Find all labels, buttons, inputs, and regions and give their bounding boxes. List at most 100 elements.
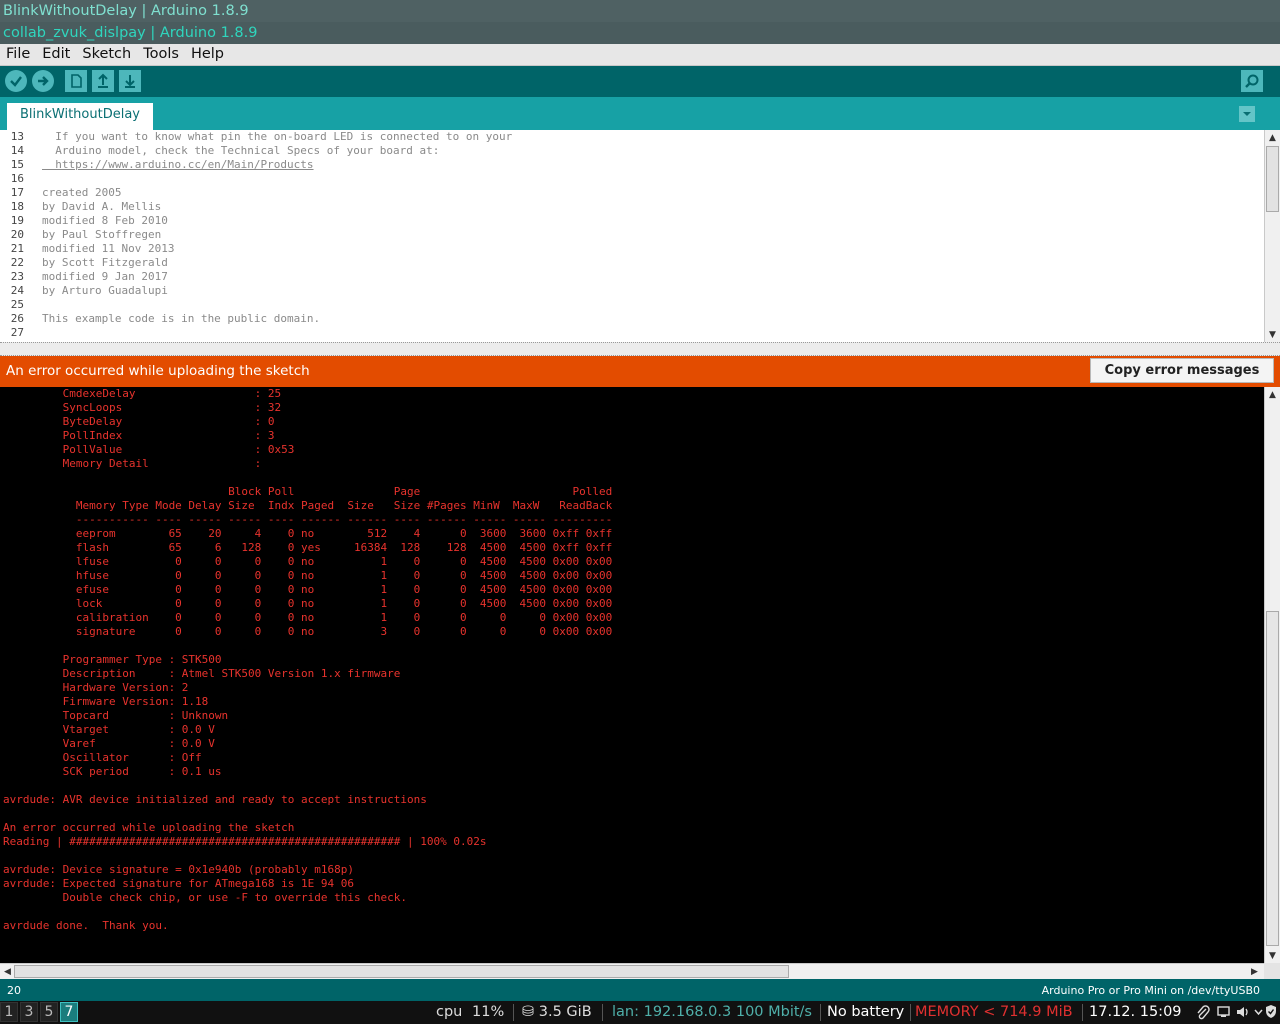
editor-vertical-scrollbar[interactable]: ▲ ▼ [1264,130,1280,342]
code-line: 20 by Paul Stoffregen [0,228,1264,242]
new-sketch-button[interactable] [65,70,87,92]
console-output[interactable]: CmdexeDelay : 25 SyncLoops : 32 ByteDela… [0,387,1264,963]
console-line: Varef : 0.0 V [3,737,215,750]
code-line: 18 by David A. Mellis [0,200,1264,214]
separator [910,1004,911,1021]
scroll-right-icon[interactable]: ▶ [1248,965,1261,978]
upload-button[interactable] [32,70,54,92]
verify-button[interactable] [5,70,27,92]
line-number: 17 [10,186,24,199]
menu-edit[interactable]: Edit [36,44,76,65]
code-text: by Arturo Guadalupi [42,284,168,297]
console-line: Description : Atmel STK500 Version 1.x f… [3,667,401,680]
code-line: 14 Arduino model, check the Technical Sp… [0,144,1264,158]
menu-file[interactable]: File [0,44,36,65]
cpu-value: 11% [472,1004,505,1020]
line-number: 21 [10,242,24,255]
code-line: 25 [0,298,1264,312]
code-text: Arduino model, check the Technical Specs… [42,144,440,157]
copy-error-messages-button[interactable]: Copy error messages [1090,358,1274,383]
line-number: 14 [10,144,24,157]
line-number: 15 [10,158,24,171]
editor-console-splitter[interactable] [0,342,1280,356]
console-line: lfuse 0 0 0 0 no 1 0 0 4500 4500 0x00 0x… [3,555,613,568]
line-number: 25 [10,298,24,311]
scroll-down-icon[interactable]: ▼ [1266,328,1279,341]
console-line: SyncLoops : 32 [3,401,282,414]
scroll-down-icon[interactable]: ▼ [1266,949,1279,962]
separator [1082,1004,1083,1021]
separator [513,1004,514,1021]
console-line: Memory Type Mode Delay Size Indx Paged S… [3,499,613,512]
console-horizontal-scrollbar[interactable]: ◀ ▶ [0,963,1264,979]
code-text: modified 8 Feb 2010 [42,214,168,227]
window-icon[interactable] [1217,1006,1230,1018]
open-sketch-button[interactable] [92,70,114,92]
cpu-label: cpu [436,1004,463,1020]
console-line: SCK period : 0.1 us [3,765,222,778]
code-line: 23 modified 9 Jan 2017 [0,270,1264,284]
menu-sketch[interactable]: Sketch [76,44,137,65]
scroll-up-icon[interactable]: ▲ [1266,388,1279,401]
code-editor[interactable]: 13 If you want to know what pin the on-b… [0,130,1264,342]
separator [602,1004,603,1021]
menu-help[interactable]: Help [185,44,230,65]
toolbar [0,66,1280,97]
window-title-back: BlinkWithoutDelay | Arduino 1.8.9 [0,0,1280,22]
workspace-7[interactable]: 7 [60,1002,78,1022]
console-scroll-thumb[interactable] [1266,611,1279,946]
system-status-bar: 1 3 5 7 cpu 11% ⛁ 3.5 GiB lan: 192.168.0… [0,1001,1280,1024]
console-line: Firmware Version: 1.18 [3,695,209,708]
line-number: 18 [10,200,24,213]
board-info: Arduino Pro or Pro Mini on /dev/ttyUSB0 [1041,984,1260,997]
code-text: https://www.arduino.cc/en/Main/Products [42,158,314,171]
memory-status: MEMORY < 714.9 MiB [915,1004,1073,1020]
console-line: calibration 0 0 0 0 no 1 0 0 0 0 0x00 0x… [3,611,613,624]
volume-icon[interactable] [1236,1006,1250,1018]
workspace-3[interactable]: 3 [20,1002,38,1022]
line-number: 19 [10,214,24,227]
console-line: lock 0 0 0 0 no 1 0 0 4500 4500 0x00 0x0… [3,597,613,610]
code-line: 21 modified 11 Nov 2013 [0,242,1264,256]
scroll-up-icon[interactable]: ▲ [1266,131,1279,144]
code-text: modified 9 Jan 2017 [42,270,168,283]
console-line: avrdude done. Thank you. [3,919,169,932]
shield-icon[interactable] [1265,1004,1277,1019]
tab-blinkwithoutdelay[interactable]: BlinkWithoutDelay [7,103,153,130]
console-vertical-scrollbar[interactable]: ▲ ▼ [1264,387,1280,963]
tab-menu-button[interactable] [1239,106,1255,122]
error-message: An error occurred while uploading the sk… [6,363,310,379]
console-line: Double check chip, or use -F to override… [3,891,407,904]
line-number: 13 [10,130,24,143]
save-icon [125,75,135,88]
console-hscroll-thumb[interactable] [14,965,789,978]
editor-scroll-thumb[interactable] [1266,146,1279,212]
paperclip-icon[interactable] [1196,1005,1210,1020]
open-icon [98,73,108,88]
menu-help-label: Help [190,46,225,62]
code-line: 24 by Arturo Guadalupi [0,284,1264,298]
window-title-front: collab_zvuk_dislpay | Arduino 1.8.9 [0,22,1280,44]
console-line: Block Poll Page Polled [3,485,613,498]
console-line: Hardware Version: 2 [3,681,189,694]
menu-edit-label: Edit [42,46,71,62]
console-line: Vtarget : 0.0 V [3,723,215,736]
workspace-1[interactable]: 1 [0,1002,18,1022]
scroll-left-icon[interactable]: ◀ [1,965,14,978]
chevron-down-icon [1243,112,1251,116]
save-sketch-button[interactable] [119,70,141,92]
line-number: 20 [10,228,24,241]
line-number: 23 [10,270,24,283]
chevron-icon[interactable] [1254,1008,1263,1016]
code-text: by David A. Mellis [42,200,162,213]
workspace-5[interactable]: 5 [40,1002,58,1022]
console-line: flash 65 6 128 0 yes 16384 128 128 4500 … [3,541,613,554]
menu-tools[interactable]: Tools [137,44,185,65]
serial-monitor-button[interactable] [1241,70,1263,92]
code-text: modified 11 Nov 2013 [42,242,175,255]
